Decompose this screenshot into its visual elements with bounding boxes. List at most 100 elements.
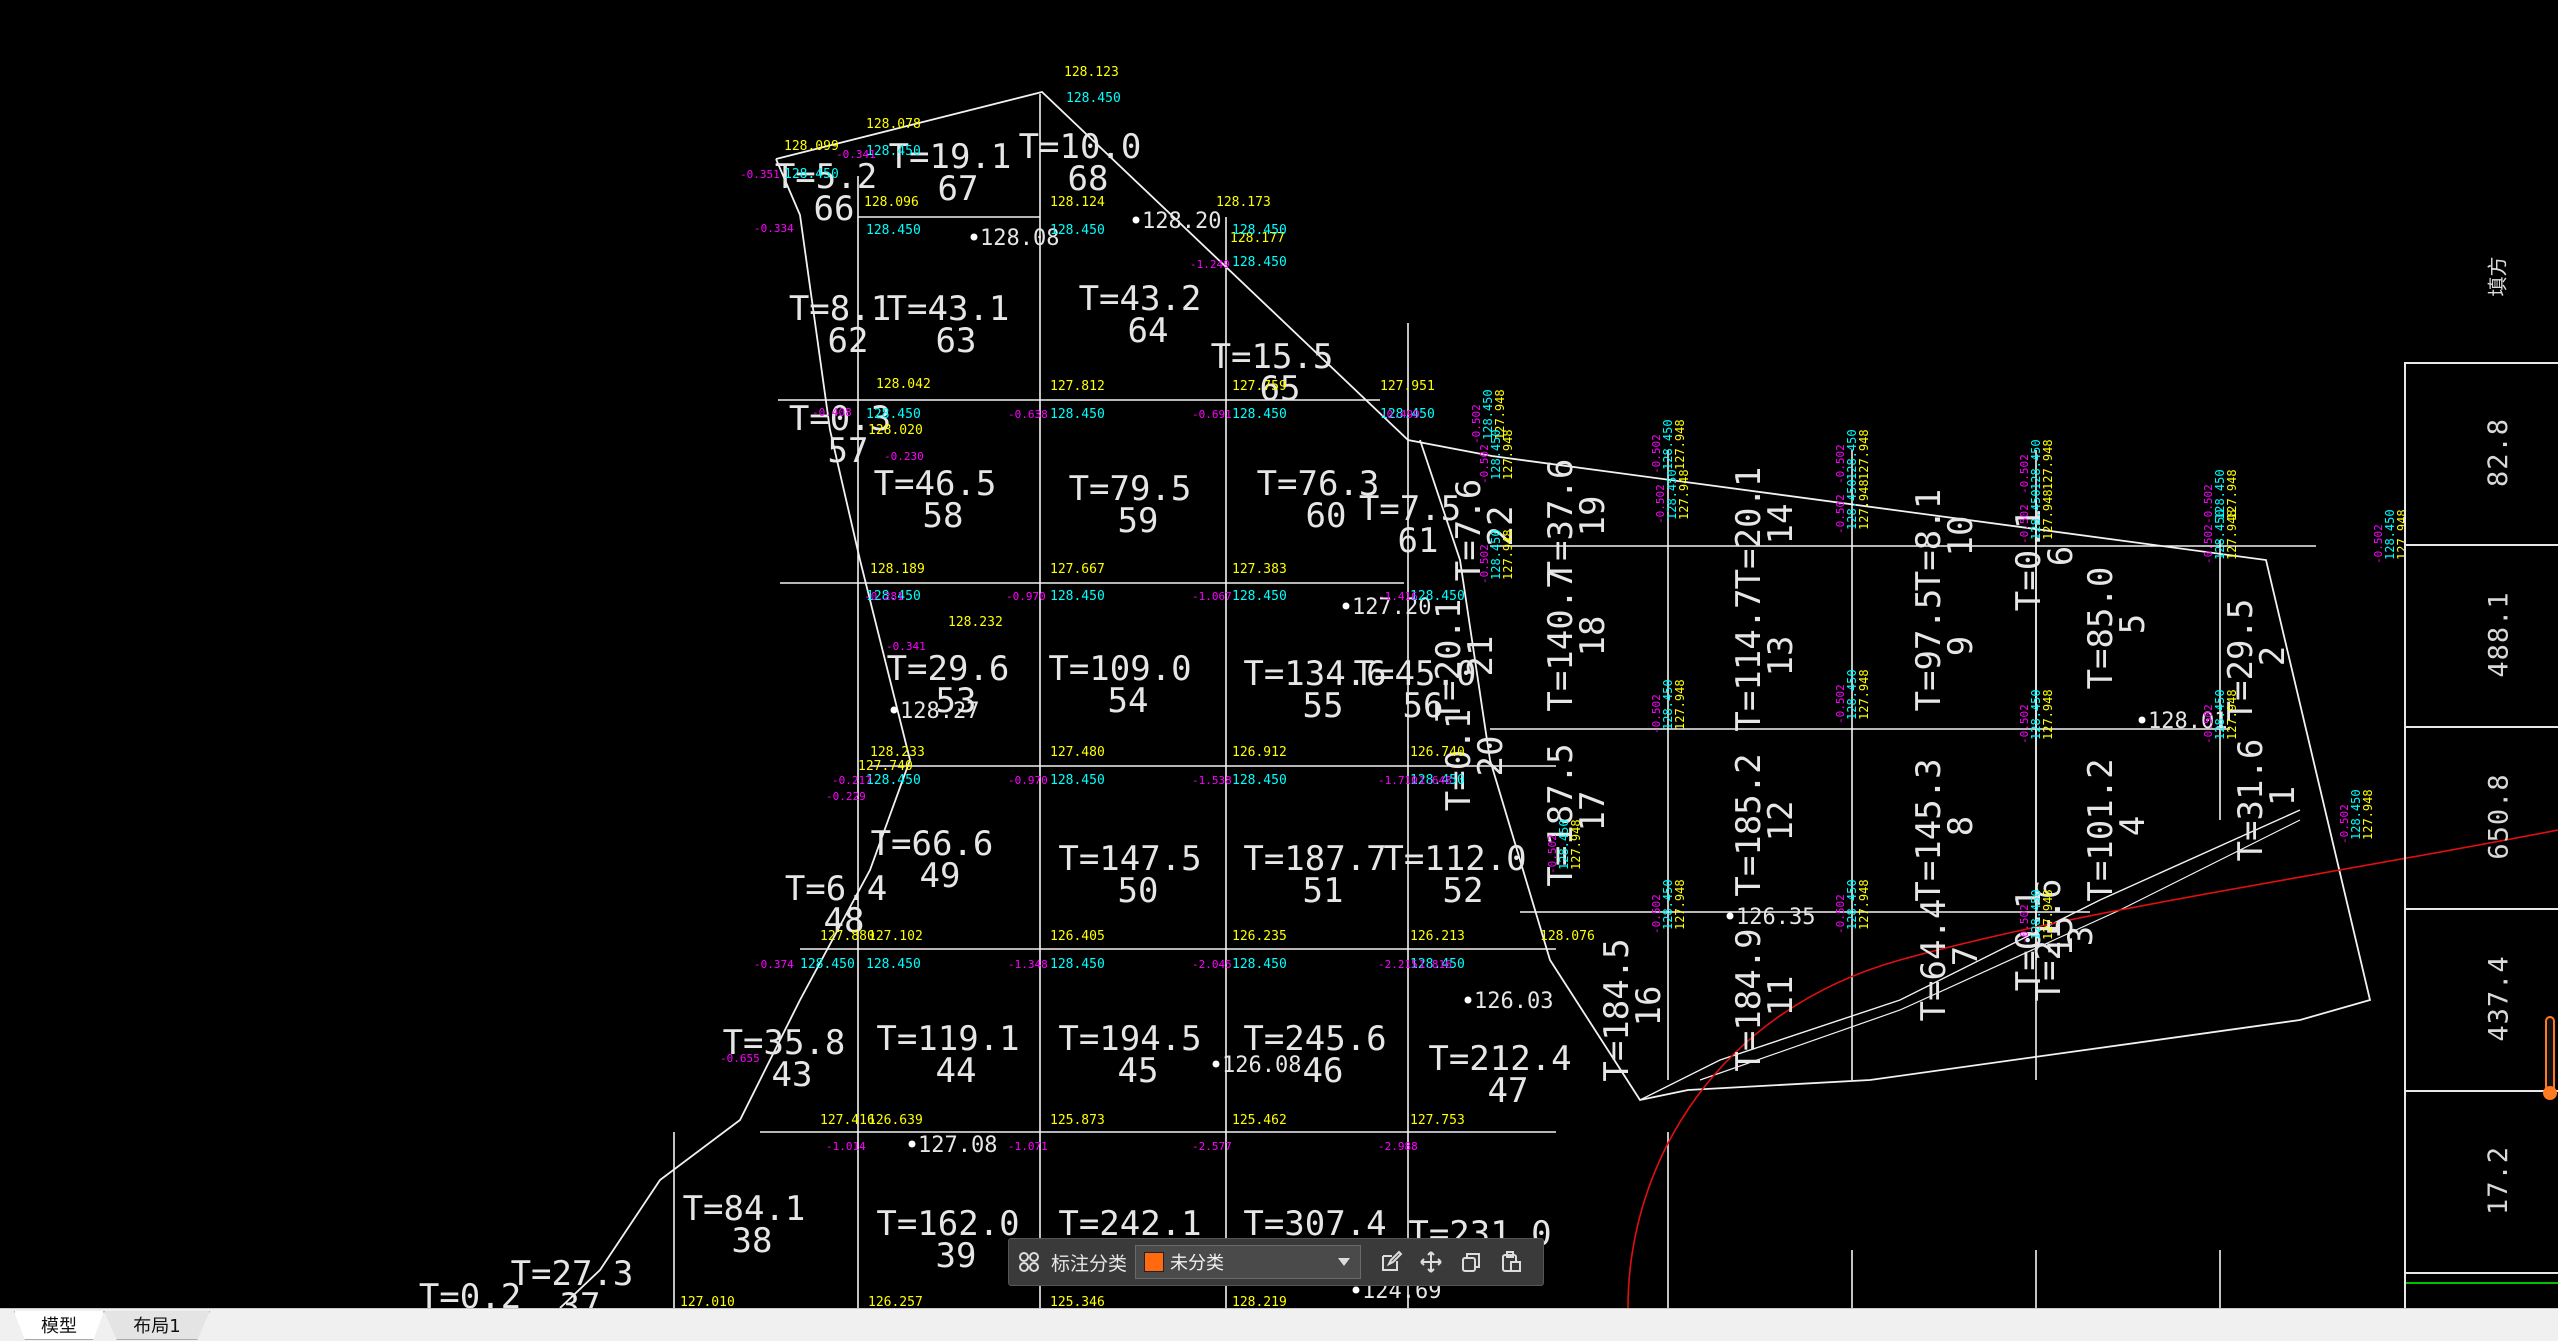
cut-fill-difference-label: -0.230: [884, 450, 924, 463]
spot-elevation-dot: [2138, 716, 2146, 724]
side-table-divider: [2404, 726, 2558, 728]
existing-elevation-label: 128.450: [1050, 407, 1105, 422]
cut-fill-difference-label: -0.502: [2018, 504, 2031, 544]
copy-icon[interactable]: [1451, 1242, 1491, 1282]
spot-elevation-label: 126.03: [1474, 989, 1553, 1014]
spot-elevation-label: 128.20: [1142, 209, 1221, 234]
design-elevation-label: 126.235: [1232, 929, 1287, 944]
cut-fill-difference-label: -1.067: [1192, 590, 1232, 603]
cut-fill-difference-label: -0.655: [720, 1052, 760, 1065]
spot-elevation-label: 126.35: [1736, 905, 1815, 930]
cad-drawing-canvas[interactable]: T=19.1 67 T=10.0 68 T=5.2 66 T=8.1 62 T=43.1 63 T=…: [0, 0, 2558, 1308]
cut-fill-difference-label: -1.538: [1192, 774, 1232, 787]
move-icon[interactable]: [1411, 1242, 1451, 1282]
annotation-toolbar: 标注分类 未分类: [1008, 1238, 1544, 1286]
design-elevation-label: 128.076: [1540, 929, 1595, 944]
cut-fill-difference-label: -0.217: [832, 774, 872, 787]
design-elevation-label: 127.948: [2041, 689, 2055, 740]
cell-number-label: 44: [936, 1051, 977, 1091]
design-elevation-label: 128.078: [866, 117, 921, 132]
cut-fill-difference-label: -1.014: [826, 1140, 866, 1153]
side-table-cell: 488.1: [2464, 554, 2534, 714]
tab-model-label: 模型: [41, 1316, 77, 1337]
existing-elevation-label: 128.450: [1232, 255, 1287, 270]
cell-number-label: 63: [936, 321, 977, 361]
cell-number-label: 66: [814, 189, 855, 229]
annotation-category-value: 未分类: [1170, 1253, 1225, 1274]
spot-elevation-dot: [1352, 1286, 1360, 1294]
cell-number-label: 2: [2253, 646, 2293, 666]
cell-number-label: 50: [1118, 871, 1159, 911]
spot-elevation-dot: [1342, 602, 1350, 610]
cut-fill-difference-label: -0.502: [1478, 444, 1491, 484]
cell-number-label: 57: [828, 431, 869, 471]
existing-elevation-label: 128.450: [1232, 957, 1287, 972]
cut-fill-difference-label: -0.502: [2018, 704, 2031, 744]
cell-number-label: 5: [2113, 614, 2153, 634]
cut-fill-difference-label: -0.502: [1834, 894, 1847, 934]
cell-number-label: 39: [936, 1236, 977, 1276]
design-elevation-label: 127.948: [2041, 439, 2055, 490]
side-table-cell: 17.2: [2464, 1100, 2534, 1260]
cell-number-label: 20: [1471, 736, 1511, 777]
side-table-divider: [2404, 362, 2558, 364]
existing-elevation-label: 128.450: [866, 223, 921, 238]
cell-number-label: 54: [1108, 681, 1149, 721]
design-elevation-label: 128.123: [1064, 65, 1119, 80]
annotation-category-label: 标注分类: [1051, 1252, 1128, 1275]
scroll-handle-cap[interactable]: [2543, 1086, 2557, 1100]
cut-fill-difference-label: -1.071: [1008, 1140, 1048, 1153]
design-elevation-label: 127.383: [1232, 562, 1287, 577]
cut-fill-difference-label: -1.249: [1190, 258, 1230, 271]
annotation-category-select[interactable]: 未分类: [1135, 1245, 1362, 1279]
spot-elevation-dot: [1726, 912, 1734, 920]
design-elevation-label: 127.416: [820, 1113, 875, 1128]
cell-number-label: 37: [560, 1286, 601, 1308]
cell-number-label: 38: [732, 1221, 773, 1261]
cut-fill-difference-label: -0.502: [1650, 694, 1663, 734]
cell-number-label: 12: [1761, 801, 1801, 842]
cell-number-label: 49: [920, 856, 961, 896]
cell-number-label: 45: [1118, 1051, 1159, 1091]
design-elevation-label: 127.948: [1857, 429, 1871, 480]
design-elevation-label: 127.102: [868, 929, 923, 944]
cell-number-label: 47: [1488, 1071, 1529, 1111]
design-elevation-label: 127.948: [1569, 819, 1583, 870]
existing-elevation-label: 128.450: [1232, 589, 1287, 604]
design-elevation-label: 128.020: [868, 423, 923, 438]
side-table-value: 488.1: [2483, 590, 2515, 678]
tab-layout1[interactable]: 布局1: [104, 1311, 210, 1340]
cut-fill-difference-label: -0.502: [2202, 704, 2215, 744]
design-elevation-label: 127.667: [1050, 562, 1105, 577]
vertical-scroll-handle[interactable]: [2545, 1016, 2555, 1092]
design-elevation-label: 127.948: [2041, 889, 2055, 940]
grid-apps-icon[interactable]: [1009, 1242, 1049, 1282]
earthwork-grid-drawing: T=19.167T=10.068T=5.266T=8.162T=43.163T=…: [419, 65, 2558, 1308]
cell-number-label: 67: [938, 169, 979, 209]
cut-fill-difference-label: -0.281: [864, 590, 904, 603]
cut-fill-difference-label: -0.502: [1650, 894, 1663, 934]
cell-number-label: 8: [1941, 816, 1981, 836]
tab-model[interactable]: 模型: [14, 1311, 104, 1340]
design-elevation-label: 127.740: [858, 759, 913, 774]
spot-elevation-dot: [890, 706, 898, 714]
spot-elevation-dot: [1464, 996, 1472, 1004]
paste-icon[interactable]: [1491, 1242, 1531, 1282]
design-elevation-label: 128.189: [870, 562, 925, 577]
design-elevation-label: 128.099: [784, 139, 839, 154]
cut-fill-difference-label: -0.502: [1654, 484, 1667, 524]
side-table-value: 437.4: [2483, 954, 2515, 1042]
design-elevation-label: 127.480: [1050, 745, 1105, 760]
design-elevation-label: 127.759: [1232, 379, 1287, 394]
existing-elevation-label: 128.450: [866, 957, 921, 972]
design-elevation-label: 126.912: [1232, 745, 1287, 760]
cell-number-label: 16: [1629, 986, 1669, 1027]
side-table-value: 650.8: [2483, 772, 2515, 860]
cut-fill-difference-label: -0.408: [812, 406, 852, 419]
design-elevation-label: 127.951: [1380, 379, 1435, 394]
side-table-divider: [2404, 1272, 2558, 1274]
cut-fill-difference-label: -0.691: [1192, 408, 1232, 421]
cut-fill-difference-label: -0.502: [2018, 904, 2031, 944]
side-table-cell: 650.8: [2464, 736, 2534, 896]
edit-icon[interactable]: [1371, 1242, 1411, 1282]
